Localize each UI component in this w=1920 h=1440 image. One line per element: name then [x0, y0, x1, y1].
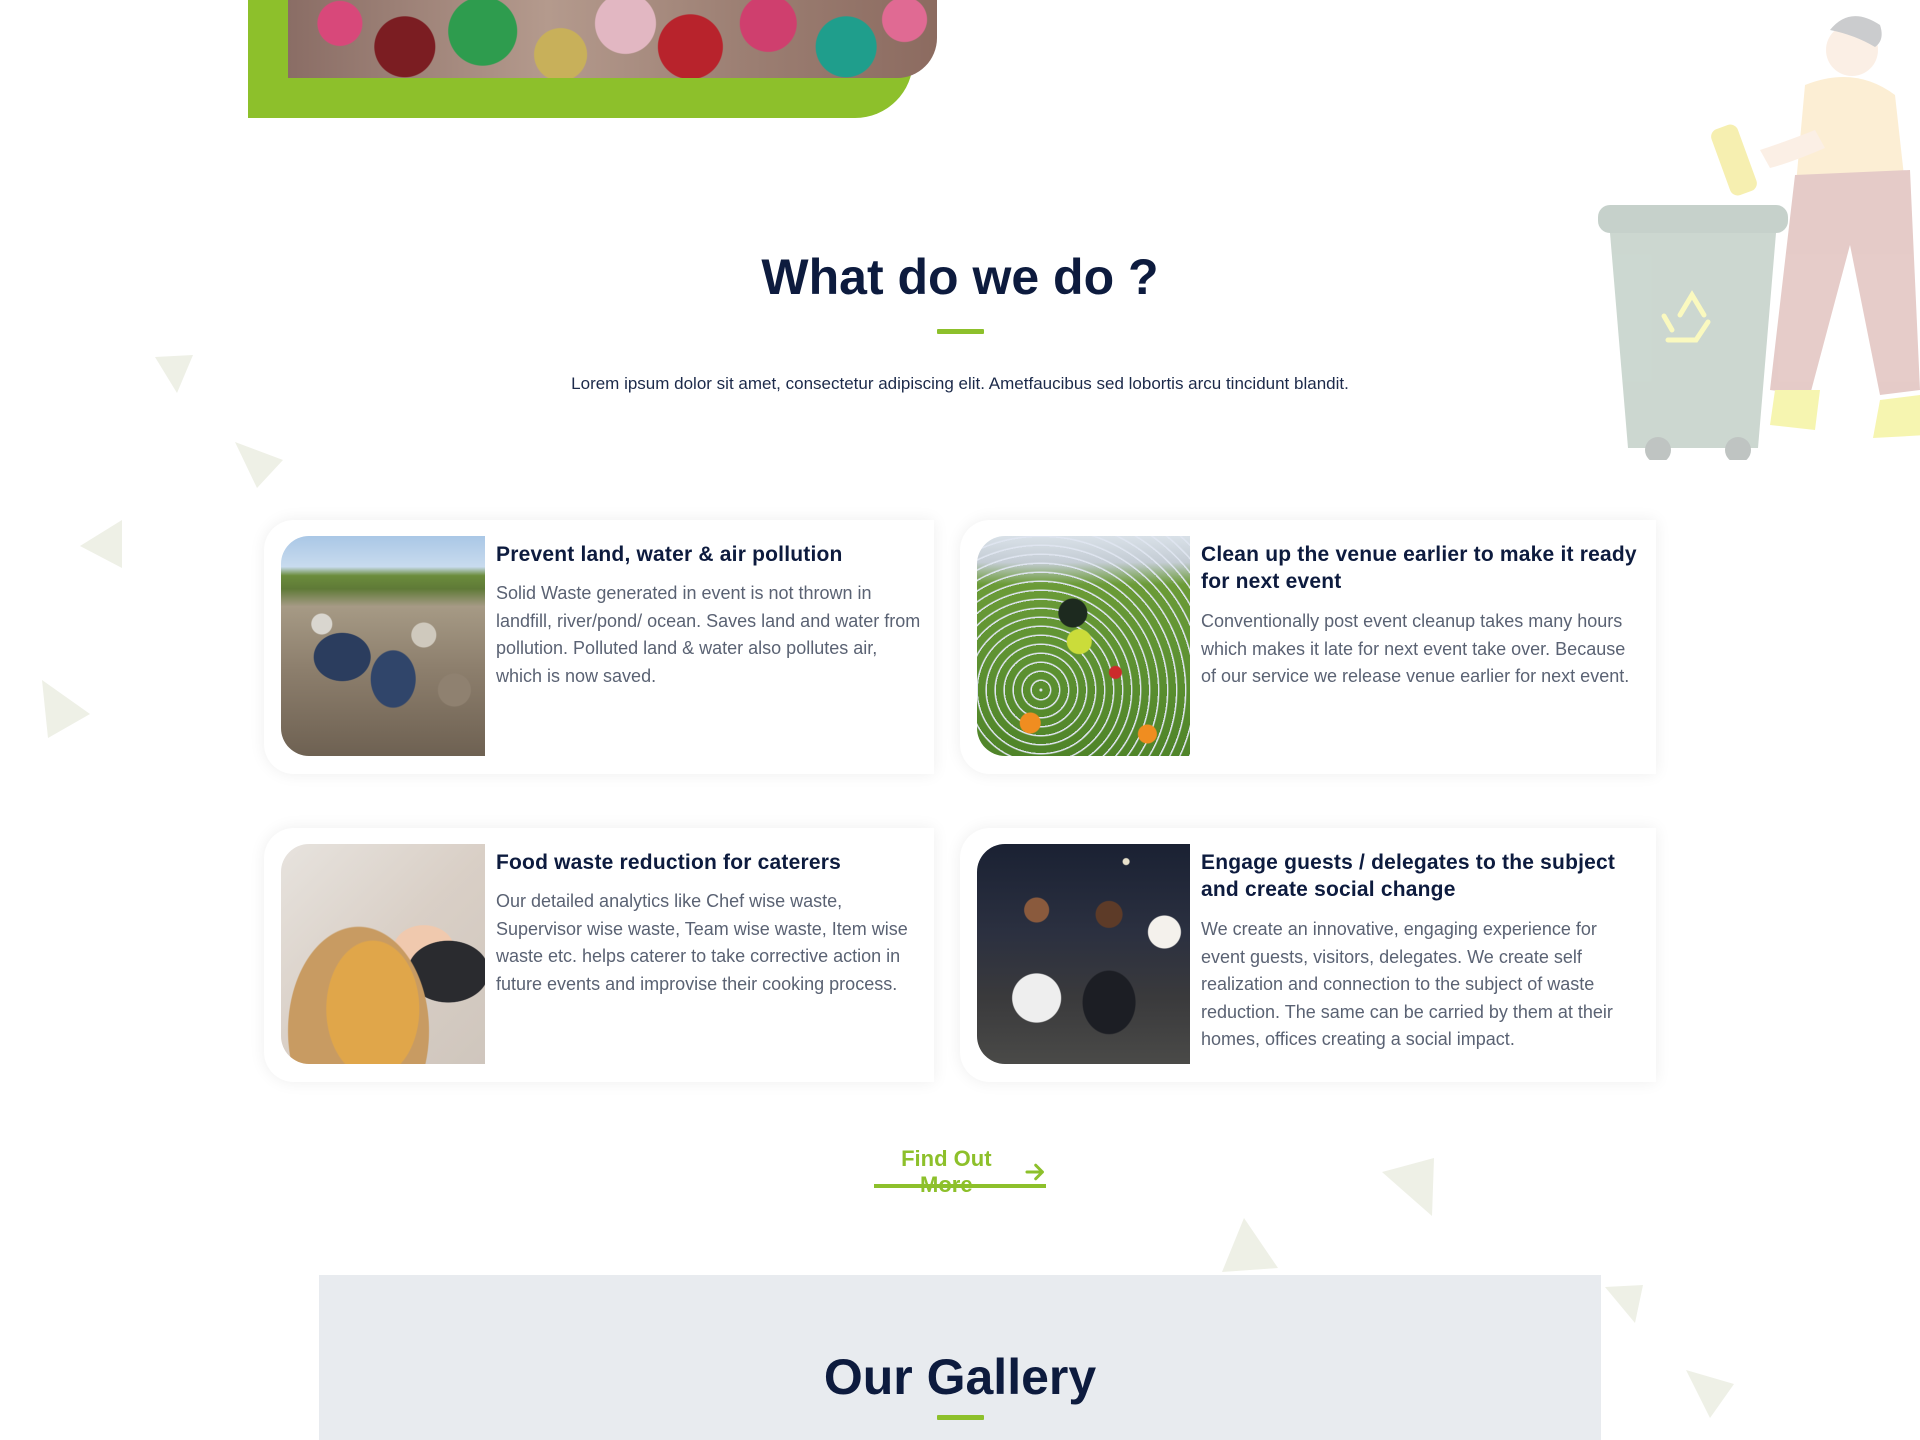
event-crowd-photo — [288, 0, 937, 78]
hero-image-banner — [248, 0, 937, 118]
find-out-more-link[interactable]: Find Out More — [874, 1146, 1046, 1198]
decor-triangle-icon — [80, 520, 122, 568]
what-we-do-title: What do we do ? — [761, 249, 1159, 305]
landfill-photo — [281, 536, 485, 756]
decor-triangle-icon — [1222, 1218, 1278, 1272]
decor-triangle-icon — [235, 442, 283, 488]
food-waste-photo — [281, 844, 485, 1064]
find-out-more-label: Find Out More — [901, 1146, 992, 1197]
service-card: Clean up the venue earlier to make it re… — [960, 520, 1656, 774]
decor-triangle-icon — [1605, 1285, 1643, 1323]
service-card-title: Prevent land, water & air pollution — [496, 543, 843, 566]
service-card: Food waste reduction for caterers Our de… — [264, 828, 934, 1082]
arrow-right-icon — [1025, 1163, 1044, 1181]
service-card-description: Conventionally post event cleanup takes … — [1201, 611, 1630, 686]
venue-cleanup-photo — [977, 536, 1190, 756]
decor-triangle-icon — [1382, 1158, 1434, 1216]
service-card-title: Food waste reduction for caterers — [496, 851, 842, 874]
service-card-title: Clean up the venue earlier to make it re… — [1201, 543, 1637, 593]
gallery-title-underline — [937, 1415, 984, 1420]
service-card: Engage guests / delegates to the subject… — [960, 828, 1656, 1082]
service-card-description: Our detailed analytics like Chef wise wa… — [496, 891, 908, 994]
service-card-description: We create an innovative, engaging experi… — [1201, 919, 1613, 1049]
title-underline — [937, 329, 984, 334]
service-card-title: Engage guests / delegates to the subject… — [1201, 851, 1616, 901]
service-card: Prevent land, water & air pollution Soli… — [264, 520, 934, 774]
service-card-description: Solid Waste generated in event is not th… — [496, 583, 921, 686]
find-out-more: Find Out More — [874, 1146, 1046, 1198]
gallery-title: Our Gallery — [823, 1349, 1097, 1405]
guests-photo — [977, 844, 1190, 1064]
find-out-more-underline — [874, 1184, 1046, 1188]
decor-triangle-icon — [42, 680, 90, 738]
what-we-do-intro: Lorem ipsum dolor sit amet, consectetur … — [571, 374, 1349, 393]
